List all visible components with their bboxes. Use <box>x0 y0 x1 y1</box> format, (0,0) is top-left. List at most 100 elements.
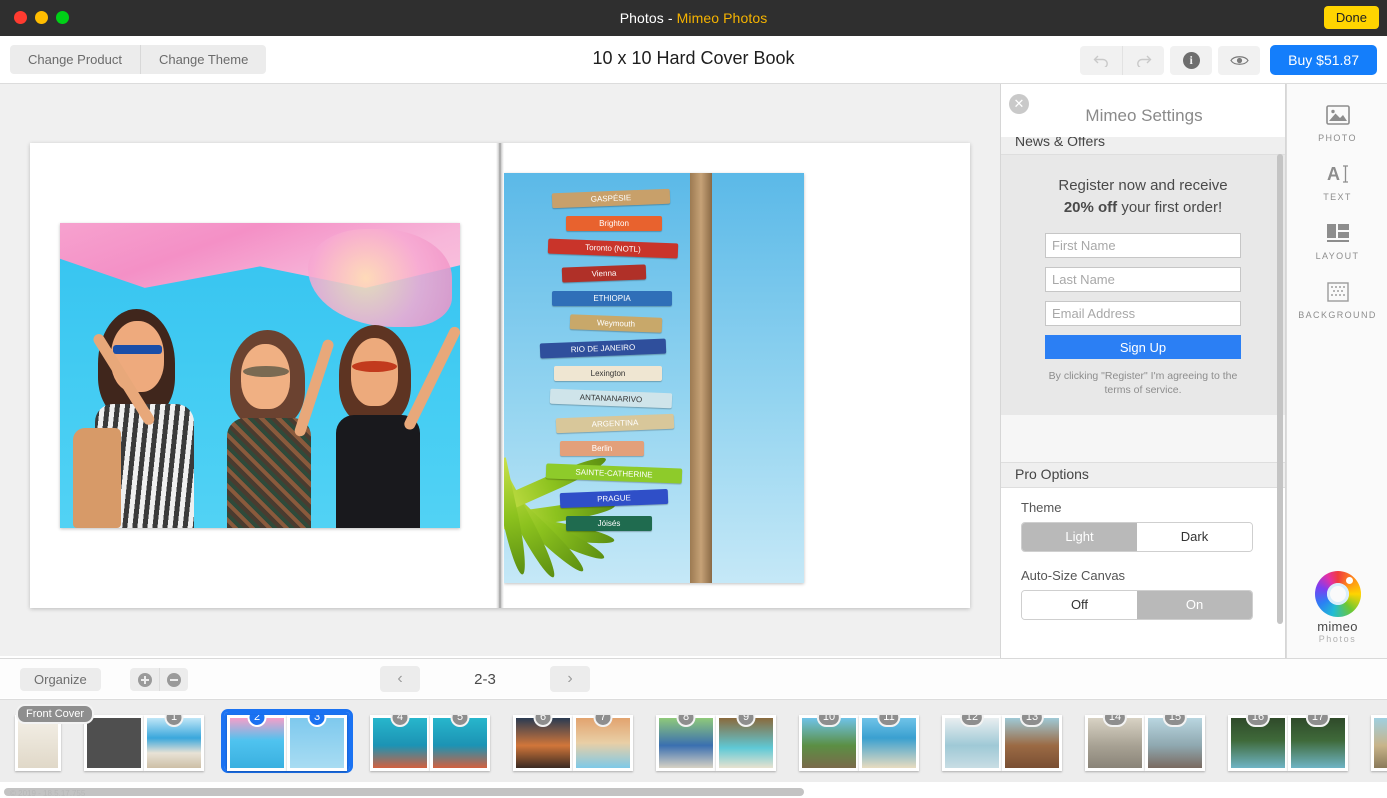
rail-item-layout[interactable]: LAYOUT <box>1287 202 1387 261</box>
chevron-right-icon: › <box>567 670 573 687</box>
mimeo-photos-logo: mimeo Photos <box>1287 571 1387 644</box>
organize-button[interactable]: Organize <box>20 668 101 691</box>
book-page-right[interactable]: GASPÉSIE Brighton Toronto (NOTL) Vienna ETHI… <box>504 143 970 608</box>
rail-item-text[interactable]: A TEXT <box>1287 143 1387 202</box>
info-button[interactable]: i <box>1170 45 1213 75</box>
sign-board: ETHIOPIA <box>552 291 672 306</box>
theme-option-dark[interactable]: Dark <box>1137 523 1252 551</box>
filmstrip-thumbnail[interactable]: 10 11 <box>796 712 922 771</box>
undo-button[interactable] <box>1080 45 1123 75</box>
thumbnail-page[interactable] <box>84 715 144 771</box>
thumbnail-page[interactable]: 1 <box>144 715 204 771</box>
page-thumbnail-filmstrip[interactable]: Front Cover12345678910111213141516171819 <box>0 699 1387 782</box>
mimeo-photos-window: Photos - Mimeo Photos Done Change Produc… <box>0 0 1387 798</box>
thumbnail-page[interactable]: 11 <box>859 715 919 771</box>
thumbnail-page-artwork <box>87 718 141 768</box>
thumbnail-page[interactable]: 7 <box>573 715 633 771</box>
rail-label-background: BACKGROUND <box>1298 310 1377 320</box>
settings-panel-header: ✕ Mimeo Settings <box>1001 84 1285 137</box>
theme-label: Theme <box>1021 500 1062 515</box>
thumbnail-page[interactable]: 13 <box>1002 715 1062 771</box>
next-spread-button[interactable]: › <box>550 666 590 692</box>
sign-up-button[interactable]: Sign Up <box>1045 335 1241 359</box>
filmstrip-thumbnail[interactable]: 12 13 <box>939 712 1065 771</box>
spread-navigation: ‹ 2-3 › <box>380 666 590 692</box>
page-navigation-bar: Organize ‹ 2-3 › <box>0 658 1387 698</box>
window-title: Photos - Mimeo Photos <box>0 10 1387 26</box>
thumbnail-page[interactable]: 8 <box>656 715 716 771</box>
plus-circle-icon <box>137 672 152 687</box>
filmstrip-thumbnail[interactable]: 67 <box>510 712 636 771</box>
rail-item-photo[interactable]: PHOTO <box>1287 84 1387 143</box>
filmstrip-horizontal-scrollbar[interactable] <box>4 788 804 796</box>
buy-button[interactable]: Buy $51.87 <box>1270 45 1377 75</box>
filmstrip-thumbnail[interactable]: 45 <box>367 712 493 771</box>
auto-size-option-on[interactable]: On <box>1137 591 1252 619</box>
filmstrip-thumbnail[interactable]: 1819 <box>1368 712 1387 771</box>
settings-panel-scrollbar[interactable] <box>1277 154 1283 624</box>
thumbnail-page[interactable]: 15 <box>1145 715 1205 771</box>
redo-button[interactable] <box>1122 45 1165 75</box>
sign-board: Berlin <box>560 441 644 456</box>
first-name-input[interactable] <box>1045 233 1241 258</box>
last-name-input[interactable] <box>1045 267 1241 292</box>
filmstrip-thumbnail[interactable]: Front Cover <box>12 704 95 771</box>
previous-spread-button[interactable]: ‹ <box>380 666 420 692</box>
book-page-left[interactable] <box>30 143 496 608</box>
window-app-name: Photos <box>619 10 664 26</box>
thumbnail-page[interactable]: 6 <box>513 715 573 771</box>
email-address-input[interactable] <box>1045 301 1241 326</box>
thumbnail-page[interactable]: 9 <box>716 715 776 771</box>
sign-board: Jóisés <box>566 516 652 531</box>
news-offers-section: Register now and receive 20% off your fi… <box>1001 155 1285 415</box>
news-discount: 20% off <box>1063 199 1118 216</box>
thumbnail-page[interactable]: 3 <box>287 715 347 771</box>
thumbnail-page[interactable]: 5 <box>430 715 490 771</box>
thumbnail-page[interactable]: 17 <box>1288 715 1348 771</box>
sign-board: Vienna <box>561 264 647 283</box>
thumbnail-page[interactable]: 12 <box>942 715 1002 771</box>
book-canvas[interactable]: GASPÉSIE Brighton Toronto (NOTL) Vienna ETHI… <box>0 84 1000 656</box>
thumbnail-page[interactable]: 2 <box>227 715 287 771</box>
background-pattern-icon <box>1287 277 1387 307</box>
toolbar-right-actions: i Buy $51.87 <box>1080 45 1377 75</box>
sign-board: Lexington <box>554 366 662 381</box>
sign-board: Brighton <box>566 216 662 231</box>
auto-size-option-off[interactable]: Off <box>1022 591 1137 619</box>
minus-circle-icon <box>167 672 181 687</box>
auto-size-canvas-label: Auto-Size Canvas <box>1021 568 1126 583</box>
filmstrip-thumbnail[interactable]: 14 15 <box>1082 712 1208 771</box>
photo-three-friends[interactable] <box>60 223 460 528</box>
preview-button[interactable] <box>1218 45 1261 75</box>
svg-text:A: A <box>1327 164 1340 184</box>
filmstrip-thumbnail[interactable]: 16 17 <box>1225 712 1351 771</box>
thumbnail-page[interactable]: 14 <box>1085 715 1145 771</box>
done-button[interactable]: Done <box>1323 6 1379 29</box>
window-title-bar: Photos - Mimeo Photos Done <box>0 0 1387 36</box>
editor-tool-rail: PHOTO A TEXT LAYOUT BACKGROUND mimeo Pho… <box>1286 84 1387 658</box>
thumbnail-page[interactable]: 16 <box>1228 715 1288 771</box>
terms-of-service-text: By clicking "Register" I'm agreeing to t… <box>1048 370 1238 396</box>
layout-grid-icon <box>1287 218 1387 248</box>
remove-page-button[interactable] <box>159 668 188 691</box>
undo-arrow-icon <box>1093 55 1108 67</box>
filmstrip-thumbnail[interactable]: 1 <box>81 712 207 771</box>
eye-icon <box>1229 55 1249 65</box>
add-page-button[interactable] <box>130 668 159 691</box>
book-spread[interactable]: GASPÉSIE Brighton Toronto (NOTL) Vienna ETHI… <box>30 143 970 608</box>
filmstrip-thumbnail[interactable]: 89 <box>653 712 779 771</box>
mimeo-logo-name: mimeo <box>1317 619 1358 634</box>
thumbnail-page[interactable]: 10 <box>799 715 859 771</box>
version-label: © 2019 - 18.5.17.755 <box>10 789 86 798</box>
main-toolbar: Change Product Change Theme 10 x 10 Hard… <box>0 36 1387 84</box>
thumbnail-page[interactable]: 4 <box>370 715 430 771</box>
auto-size-canvas-toggle: Off On <box>1021 590 1253 620</box>
theme-option-light[interactable]: Light <box>1022 523 1137 551</box>
filmstrip-thumbnail[interactable]: 23 <box>221 709 353 773</box>
page-indicator: 2-3 <box>474 670 496 688</box>
rail-item-background[interactable]: BACKGROUND <box>1287 261 1387 320</box>
mimeo-logo-icon <box>1314 571 1361 617</box>
news-headline-line1: Register now and receive <box>1058 177 1228 194</box>
photo-tropical-signpost[interactable]: GASPÉSIE Brighton Toronto (NOTL) Vienna ETHI… <box>504 173 804 583</box>
thumbnail-page[interactable]: 18 <box>1371 715 1387 771</box>
